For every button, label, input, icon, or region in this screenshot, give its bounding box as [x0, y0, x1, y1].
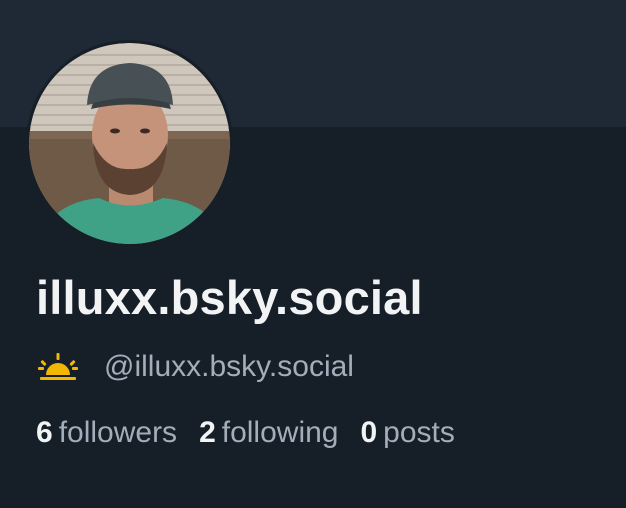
profile-handle: @illuxx.bsky.social	[104, 350, 354, 383]
following-label: following	[221, 416, 339, 449]
followers-link[interactable]: 6 followers	[36, 416, 177, 450]
profile-stats: 6 followers 2 following 0 posts	[36, 416, 477, 450]
followers-label: followers	[58, 416, 178, 449]
following-link[interactable]: 2 following	[199, 416, 338, 450]
avatar[interactable]	[26, 40, 233, 247]
followers-count: 6	[36, 416, 53, 449]
posts-count-display: 0 posts	[360, 416, 454, 450]
following-count: 2	[199, 416, 216, 449]
profile-page: illuxx.bsky.social @illuxx.bsky.social 6…	[0, 0, 626, 508]
sunrise-icon	[38, 353, 78, 380]
handle-row: @illuxx.bsky.social	[38, 346, 354, 388]
posts-count: 0	[360, 416, 378, 449]
display-name: illuxx.bsky.social	[36, 271, 423, 324]
posts-label: posts	[383, 416, 455, 449]
